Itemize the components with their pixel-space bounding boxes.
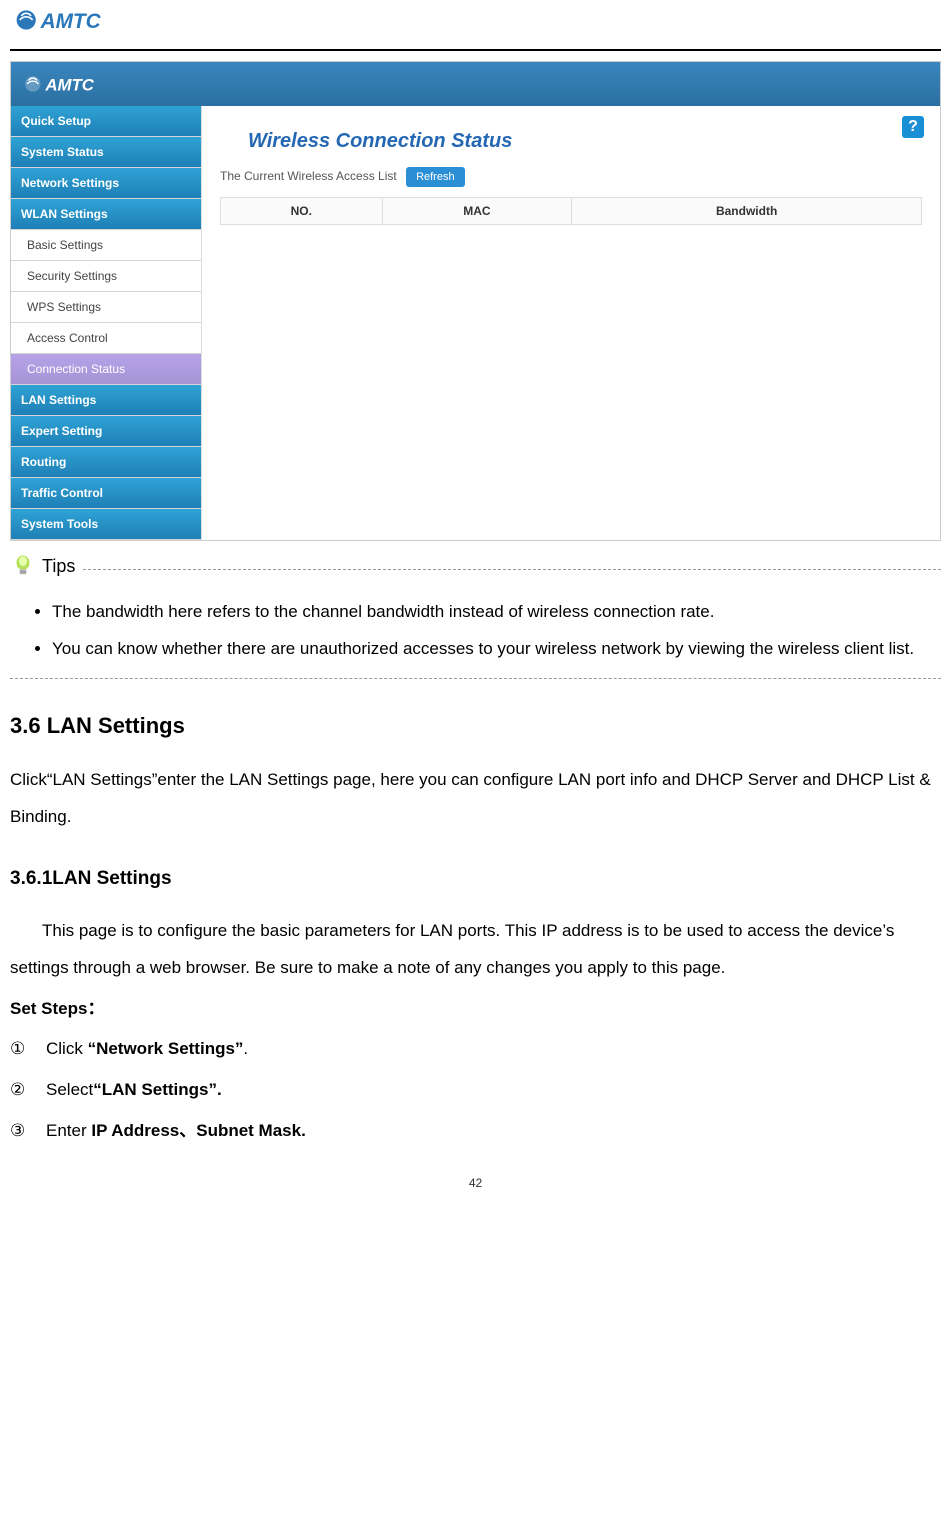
step-item: ③Enter IP Address、Subnet Mask. <box>10 1111 941 1152</box>
section-intro: Click“LAN Settings”enter the LAN Setting… <box>10 761 941 836</box>
sidebar-item[interactable]: Quick Setup <box>11 106 201 137</box>
help-icon[interactable]: ? <box>902 116 924 138</box>
sidebar-item[interactable]: WLAN Settings <box>11 199 201 230</box>
sidebar-item[interactable]: System Tools <box>11 509 201 540</box>
sidebar-item[interactable]: Routing <box>11 447 201 478</box>
tips-item: The bandwidth here refers to the channel… <box>52 593 941 630</box>
sidebar-item[interactable]: Expert Setting <box>11 416 201 447</box>
screenshot-topbar: AMTC <box>11 62 940 106</box>
set-steps-label: Set Steps： <box>10 994 941 1019</box>
lightbulb-icon <box>10 553 36 579</box>
doc-header: AMTC <box>10 0 941 51</box>
tips-list: The bandwidth here refers to the channel… <box>10 593 941 668</box>
step-bold: “Network Settings” <box>88 1039 244 1058</box>
section-heading: 3.6 LAN Settings <box>10 713 941 739</box>
tips-item: You can know whether there are unauthori… <box>52 630 941 667</box>
sidebar-item[interactable]: Security Settings <box>11 261 201 292</box>
sidebar-item[interactable]: Access Control <box>11 323 201 354</box>
dashed-line <box>83 569 941 570</box>
sidebar-item[interactable]: Traffic Control <box>11 478 201 509</box>
screenshot-content: ? Wireless Connection Status The Current… <box>202 106 940 540</box>
page-number: 42 <box>10 1176 941 1190</box>
refresh-button[interactable]: Refresh <box>406 167 465 187</box>
step-item: ②Select“LAN Settings”. <box>10 1070 941 1111</box>
sidebar-item[interactable]: Connection Status <box>11 354 201 385</box>
step-item: ①Click “Network Settings”. <box>10 1029 941 1070</box>
table-header: MAC <box>382 198 572 225</box>
screenshot-sidebar: Quick SetupSystem StatusNetwork Settings… <box>11 106 202 540</box>
embedded-screenshot: AMTC Quick SetupSystem StatusNetwork Set… <box>10 61 941 541</box>
sidebar-item[interactable]: Basic Settings <box>11 230 201 261</box>
tips-header-row: Tips <box>10 553 941 579</box>
subsection-para: This page is to configure the basic para… <box>10 912 941 987</box>
connection-table: NO.MACBandwidth <box>220 197 922 225</box>
brand-logo: AMTC <box>10 4 180 36</box>
sidebar-item[interactable]: Network Settings <box>11 168 201 199</box>
table-header: NO. <box>221 198 383 225</box>
access-list-label: The Current Wireless Access List <box>220 169 397 183</box>
brand-text: AMTC <box>40 10 102 33</box>
step-marker: ② <box>10 1070 25 1111</box>
table-header: Bandwidth <box>572 198 922 225</box>
svg-text:AMTC: AMTC <box>44 75 94 94</box>
dashed-line <box>10 678 941 679</box>
sidebar-item[interactable]: WPS Settings <box>11 292 201 323</box>
step-bold: IP Address、Subnet Mask. <box>91 1121 305 1140</box>
sidebar-item[interactable]: System Status <box>11 137 201 168</box>
steps-list: ①Click “Network Settings”.②Select“LAN Se… <box>10 1029 941 1151</box>
access-list-row: The Current Wireless Access List Refresh <box>220 167 922 187</box>
sidebar-item[interactable]: LAN Settings <box>11 385 201 416</box>
tips-label: Tips <box>42 556 75 577</box>
content-title: Wireless Connection Status <box>248 130 922 153</box>
step-bold: “LAN Settings”. <box>93 1080 221 1099</box>
step-marker: ③ <box>10 1111 25 1152</box>
subsection-heading: 3.6.1LAN Settings <box>10 868 941 890</box>
step-marker: ① <box>10 1029 25 1070</box>
